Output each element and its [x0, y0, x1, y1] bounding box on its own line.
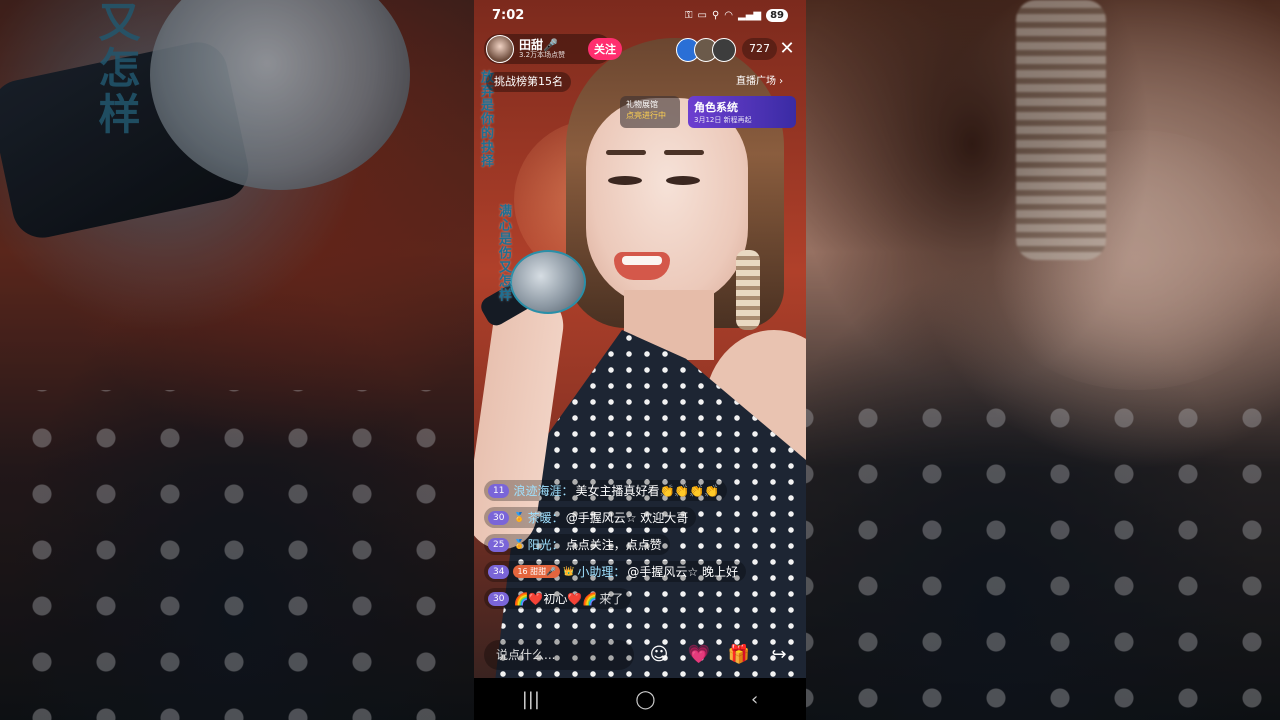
- role-system-card[interactable]: 角色系统 3月12日 新程再起: [688, 96, 796, 128]
- chat-username[interactable]: 小助理：: [577, 563, 625, 580]
- singer-teeth: [622, 256, 662, 265]
- lyric-line-2: 满心是伤又怎样: [496, 204, 511, 302]
- background-left-blur: 又怎样: [0, 0, 474, 720]
- location-icon: ⚲: [711, 9, 720, 21]
- cast-icon: ▭: [697, 9, 707, 21]
- user-level-badge: 34: [488, 564, 510, 579]
- chat-bubble: 11 浪迹海涯： 美女主播真好看👏👏👏👏: [484, 480, 728, 501]
- back-icon[interactable]: ‹: [751, 689, 758, 710]
- gift-hall-card[interactable]: 礼物展馆 点亮进行中: [620, 96, 680, 128]
- host-info: 田甜🎤 3.2万本场点赞: [519, 37, 566, 60]
- emoji-icon[interactable]: ☺: [646, 642, 672, 668]
- singer-eye: [608, 176, 642, 185]
- host-info-pill[interactable]: 田甜🎤 3.2万本场点赞 关注: [484, 34, 622, 64]
- heart-icon[interactable]: 💗: [686, 642, 712, 668]
- user-level-badge: 11: [488, 483, 510, 498]
- background-dim: [806, 0, 1280, 720]
- background-dim: [0, 0, 474, 720]
- chat-username[interactable]: 阳光：: [528, 536, 564, 553]
- chat-list[interactable]: 11 浪迹海涯： 美女主播真好看👏👏👏👏 30 🏅 茶暖： @手握风云☆ 欢迎大…: [484, 480, 774, 615]
- chat-message: 30 🏅 茶暖： @手握风云☆ 欢迎大哥: [484, 507, 774, 528]
- chat-username[interactable]: 🌈❤️初心❤️🌈: [513, 590, 597, 607]
- chat-message: 34 16 甜甜🎤 👑 小助理： @手握风云☆ 晚上好: [484, 561, 774, 582]
- signal-icon: ▂▄▆: [738, 9, 762, 21]
- medal-icon: 🏅: [513, 512, 525, 523]
- fan-club-badge: 16 甜甜🎤: [513, 565, 561, 578]
- phone-screen: 放弃是你的抉择 满心是伤又怎样 7:02 ⚿ ▭ ⚲ ◠ ▂▄▆ 89 田甜🎤 …: [474, 0, 806, 720]
- singer-eye: [666, 176, 700, 185]
- key-icon: ⚿: [684, 9, 693, 21]
- chat-message: 11 浪迹海涯： 美女主播真好看👏👏👏👏: [484, 480, 774, 501]
- chat-text: @手握风云☆ 欢迎大哥: [565, 511, 689, 525]
- role-system-title: 角色系统: [694, 101, 738, 114]
- status-icons: ⚿ ▭ ⚲ ◠ ▂▄▆ 89: [684, 8, 788, 22]
- android-nav-bar: ||| ◯ ‹: [474, 678, 806, 720]
- chat-username[interactable]: 浪迹海涯：: [513, 482, 573, 499]
- top-viewers[interactable]: [676, 38, 736, 62]
- crown-icon: 👑: [563, 566, 575, 577]
- host-name: 田甜🎤: [519, 37, 558, 52]
- microphone-icon: [510, 250, 586, 314]
- gift-hall-title: 礼物展馆: [626, 100, 658, 109]
- chat-username[interactable]: 茶暖：: [528, 509, 564, 526]
- chat-text: 来了: [599, 592, 624, 606]
- comment-input[interactable]: 说点什么...: [484, 640, 634, 670]
- host-likes: 3.2万本场点赞: [519, 50, 566, 59]
- user-level-badge: 25: [488, 537, 510, 552]
- background-right-blur: [806, 0, 1280, 720]
- user-level-badge: 30: [488, 510, 510, 525]
- close-icon[interactable]: ✕: [776, 38, 798, 60]
- gift-icon[interactable]: 🎁: [726, 642, 752, 668]
- chat-bubble: 30 🌈❤️初心❤️🌈 来了: [484, 588, 632, 609]
- chat-text: 点点关注，点点赞: [565, 538, 662, 552]
- live-plaza-link[interactable]: 直播广场 ›: [736, 72, 783, 92]
- chat-message: 30 🌈❤️初心❤️🌈 来了: [484, 588, 774, 609]
- gift-hall-subtitle: 点亮进行中: [626, 111, 666, 121]
- wifi-icon: ◠: [724, 9, 733, 21]
- host-avatar[interactable]: [486, 35, 514, 63]
- follow-button[interactable]: 关注: [588, 38, 622, 60]
- chat-message: 25 🏅 阳光： 点点关注，点点赞: [484, 534, 774, 555]
- chat-bubble: 30 🏅 茶暖： @手握风云☆ 欢迎大哥: [484, 507, 697, 528]
- user-level-badge: 30: [488, 591, 510, 606]
- recent-apps-icon[interactable]: |||: [522, 689, 540, 710]
- rank-badge[interactable]: 挑战榜第15名: [486, 72, 571, 92]
- singer-earring: [736, 250, 760, 330]
- chat-bubble: 25 🏅 阳光： 点点关注，点点赞: [484, 534, 670, 555]
- share-icon[interactable]: ↪: [766, 642, 792, 668]
- singer-brow: [664, 150, 704, 155]
- viewer-avatar[interactable]: [712, 38, 736, 62]
- chat-bubble: 34 16 甜甜🎤 👑 小助理： @手握风云☆ 晚上好: [484, 561, 746, 582]
- role-system-subtitle: 3月12日 新程再起: [694, 116, 752, 124]
- medal-icon: 🏅: [513, 539, 525, 550]
- status-time: 7:02: [492, 7, 525, 23]
- status-bar: 7:02 ⚿ ▭ ⚲ ◠ ▂▄▆ 89: [474, 0, 806, 30]
- battery-icon: 89: [766, 8, 788, 22]
- singer-face: [586, 98, 748, 308]
- chat-text: 美女主播真好看👏👏👏👏: [575, 484, 720, 498]
- singer-brow: [606, 150, 646, 155]
- chat-text: @手握风云☆ 晚上好: [627, 565, 738, 579]
- home-icon[interactable]: ◯: [635, 689, 655, 710]
- audience-count[interactable]: 727: [742, 38, 777, 60]
